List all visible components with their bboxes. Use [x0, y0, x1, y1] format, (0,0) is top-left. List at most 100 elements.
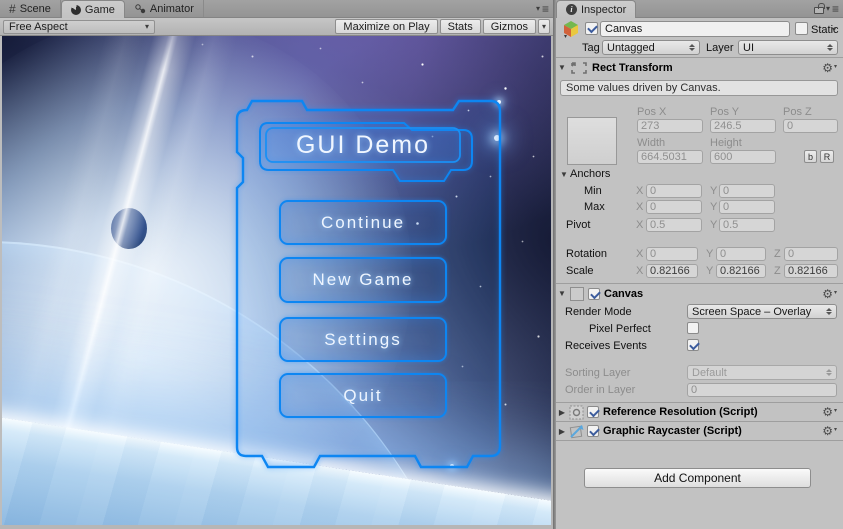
height-field[interactable]: 600 [710, 150, 776, 164]
graphic-raycaster-enabled-checkbox[interactable] [587, 425, 599, 437]
rotation-label: Rotation [566, 248, 607, 260]
axis-x-label: X [636, 219, 643, 231]
rect-transform-gear[interactable]: ⚙▾ [822, 62, 843, 74]
axis-y-label: Y [710, 201, 717, 213]
menu-button-quit[interactable]: Quit [279, 373, 447, 418]
canvas-header[interactable]: ▼ Canvas ⚙▾ [556, 284, 843, 303]
add-component-button[interactable]: Add Component [584, 468, 811, 488]
tab-inspector[interactable]: i Inspector [556, 0, 636, 18]
reference-resolution-foldout-icon[interactable]: ▶ [556, 408, 568, 417]
reference-resolution-enabled-checkbox[interactable] [587, 406, 599, 418]
game-view-icon [71, 5, 81, 15]
unity-editor-window: { "game": { "tabs": [ { "label": "Scene"… [0, 0, 843, 529]
menu-button-continue[interactable]: Continue [279, 200, 447, 245]
inspector-hamburger-icon[interactable]: ≡ [832, 3, 839, 15]
gear-caret-icon: ▾ [834, 407, 837, 414]
static-caret-icon[interactable]: ▾ [832, 26, 836, 34]
pivot-x-field[interactable]: 0.5 [646, 218, 702, 232]
lock-icon[interactable] [814, 7, 824, 14]
render-mode-dropdown[interactable]: Screen Space – Overlay [687, 304, 837, 319]
game-toolbar: Free Aspect ▾ Maximize on Play Stats Giz… [0, 18, 553, 36]
pos-x-field[interactable]: 273 [637, 119, 703, 133]
receives-events-checkbox[interactable] [687, 339, 699, 351]
tag-dropdown-arrows-icon [689, 44, 695, 51]
scale-z-field[interactable]: 0.82166 [784, 264, 838, 278]
width-field[interactable]: 664.5031 [637, 150, 703, 164]
pixel-perfect-checkbox[interactable] [687, 322, 699, 334]
reference-resolution-component: ▶ Reference Resolution (Script) ⚙▾ [556, 403, 843, 421]
render-mode-arrows-icon [826, 308, 832, 315]
axis-x-label: X [636, 201, 643, 213]
rotation-z-field[interactable]: 0 [784, 247, 838, 261]
menu-button-settings[interactable]: Settings [279, 317, 447, 362]
anchor-max-y-field[interactable]: 0 [719, 200, 775, 214]
gizmos-caret-icon: ▾ [542, 23, 546, 31]
gear-caret-icon: ▾ [834, 63, 837, 70]
layer-dropdown[interactable]: UI [738, 40, 838, 55]
rotation-y-field[interactable]: 0 [716, 247, 766, 261]
menu-button-new-game[interactable]: New Game [279, 257, 447, 303]
blueprint-mode-button[interactable]: b [804, 150, 817, 163]
graphic-raycaster-foldout-icon[interactable]: ▶ [556, 427, 568, 436]
reference-resolution-header[interactable]: ▶ Reference Resolution (Script) ⚙▾ [556, 403, 843, 421]
animator-icon [134, 3, 146, 15]
gizmos-dropdown-arrow[interactable]: ▾ [538, 19, 550, 34]
tab-game[interactable]: Game [61, 0, 125, 18]
layer-value: UI [743, 42, 824, 54]
scale-label: Scale [566, 265, 594, 277]
static-checkbox[interactable] [795, 22, 808, 35]
anchor-min-x-field[interactable]: 0 [646, 184, 702, 198]
canvas-foldout-icon[interactable]: ▼ [556, 289, 568, 298]
gear-icon: ⚙ [822, 62, 833, 74]
canvas-gear[interactable]: ⚙▾ [822, 288, 843, 300]
canvas-enabled-checkbox[interactable] [588, 288, 600, 300]
tab-game-label: Game [85, 3, 115, 16]
sorting-layer-value: Default [692, 367, 823, 379]
pivot-y-field[interactable]: 0.5 [719, 218, 775, 232]
tab-scene-label: Scene [20, 2, 51, 15]
pos-x-label: Pos X [637, 106, 666, 118]
tab-animator-label: Animator [150, 2, 194, 15]
game-toolbar-buttons: Maximize on Play Stats Gizmos ▾ [335, 19, 550, 34]
gizmos-button[interactable]: Gizmos [483, 19, 536, 34]
rotation-x-field[interactable]: 0 [646, 247, 698, 261]
maximize-on-play-button[interactable]: Maximize on Play [335, 19, 437, 34]
gameobject-header: ▾ Static ▾ Tag Untagged Layer UI [556, 18, 843, 57]
aspect-caret-icon: ▾ [145, 23, 149, 31]
pixel-perfect-label: Pixel Perfect [589, 323, 651, 335]
graphic-raycaster-component: ▶ Graphic Raycaster (Script) ⚙▾ [556, 422, 843, 440]
tab-animator[interactable]: Animator [125, 0, 204, 17]
stats-label: Stats [448, 21, 473, 33]
anchor-max-x-field[interactable]: 0 [646, 200, 702, 214]
height-label: Height [710, 137, 742, 149]
layer-label: Layer [706, 42, 734, 54]
gameobject-name-field[interactable] [600, 21, 790, 37]
anchor-min-label: Min [584, 185, 602, 197]
rect-transform-foldout-icon[interactable]: ▼ [556, 63, 568, 72]
axis-x-label: X [636, 248, 643, 260]
tab-scene[interactable]: # Scene [0, 0, 61, 17]
graphic-raycaster-gear[interactable]: ⚙▾ [822, 425, 843, 437]
raw-edit-mode-button[interactable]: R [820, 150, 834, 163]
aspect-dropdown[interactable]: Free Aspect ▾ [3, 20, 155, 34]
pos-y-field[interactable]: 246.5 [710, 119, 776, 133]
stats-button[interactable]: Stats [440, 19, 481, 34]
order-in-layer-label: Order in Layer [565, 384, 635, 396]
graphic-raycaster-header[interactable]: ▶ Graphic Raycaster (Script) ⚙▾ [556, 422, 843, 440]
render-mode-value: Screen Space – Overlay [692, 306, 823, 318]
inspector-panel: i Inspector ▾ ≡ ▾ Static ▾ Tag Untagged [556, 0, 843, 529]
reference-resolution-gear[interactable]: ⚙▾ [822, 406, 843, 418]
rect-transform-icon [570, 61, 588, 75]
pos-z-field[interactable]: 0 [783, 119, 838, 133]
scale-y-field[interactable]: 0.82166 [716, 264, 766, 278]
anchor-min-y-field[interactable]: 0 [719, 184, 775, 198]
anchors-foldout-icon[interactable]: ▼ [558, 170, 570, 179]
rect-transform-title: Rect Transform [592, 62, 673, 74]
inspector-caret-icon[interactable]: ▾ [826, 5, 830, 13]
scale-x-field[interactable]: 0.82166 [646, 264, 698, 278]
rect-transform-header[interactable]: ▼ Rect Transform ⚙▾ [556, 58, 843, 77]
reference-resolution-icon [569, 405, 584, 420]
tag-dropdown[interactable]: Untagged [602, 40, 700, 55]
game-panel-menu[interactable]: ▾ ≡ [536, 0, 553, 17]
gear-icon: ⚙ [822, 425, 833, 437]
